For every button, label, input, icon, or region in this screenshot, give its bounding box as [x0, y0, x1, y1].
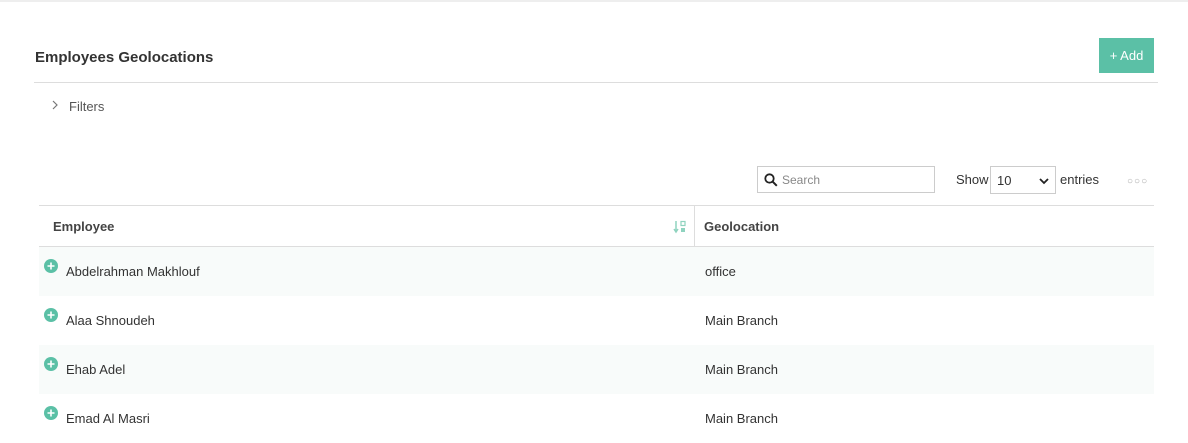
entries-select[interactable]: 10 [990, 166, 1056, 194]
sort-icon[interactable] [673, 220, 687, 237]
table-row: Emad Al Masri Main Branch [39, 394, 1154, 443]
search-box[interactable] [757, 166, 935, 193]
chevron-right-icon [50, 99, 62, 114]
employees-table: Employee Geolocation Abdelrahman Makhlou… [39, 205, 1154, 443]
cell-geolocation: Main Branch [705, 313, 778, 328]
table-row: Ehab Adel Main Branch [39, 345, 1154, 394]
plus-circle-icon[interactable] [44, 406, 58, 423]
top-border [0, 0, 1188, 2]
cell-geolocation: Main Branch [705, 411, 778, 426]
cell-geolocation: office [705, 264, 736, 279]
header-divider [34, 82, 1158, 83]
table-row: Abdelrahman Makhlouf office [39, 247, 1154, 296]
search-input[interactable] [782, 172, 922, 187]
cell-employee: Emad Al Masri [66, 411, 150, 426]
filters-label: Filters [69, 99, 105, 114]
page-title: Employees Geolocations [35, 49, 214, 66]
add-button[interactable]: + Add [1099, 38, 1154, 73]
column-header-employee[interactable]: Employee [39, 206, 695, 246]
cell-geolocation: Main Branch [705, 362, 778, 377]
cell-employee: Ehab Adel [66, 362, 126, 377]
chevron-down-icon [1039, 173, 1049, 188]
search-icon [760, 172, 782, 187]
cell-employee: Alaa Shnoudeh [66, 313, 155, 328]
filters-toggle[interactable]: Filters [50, 99, 104, 114]
column-header-employee-label: Employee [53, 218, 115, 234]
column-header-geolocation[interactable]: Geolocation [695, 206, 779, 246]
plus-circle-icon[interactable] [44, 308, 58, 325]
table-header: Employee Geolocation [39, 205, 1154, 247]
show-label: Show [956, 172, 989, 187]
more-options-icon[interactable]: ○○○ [1127, 176, 1148, 187]
entries-select-value: 10 [997, 172, 1012, 188]
plus-circle-icon[interactable] [44, 357, 58, 374]
cell-employee: Abdelrahman Makhlouf [66, 264, 200, 279]
entries-label: entries [1060, 172, 1100, 187]
plus-circle-icon[interactable] [44, 259, 58, 276]
table-row: Alaa Shnoudeh Main Branch [39, 296, 1154, 345]
